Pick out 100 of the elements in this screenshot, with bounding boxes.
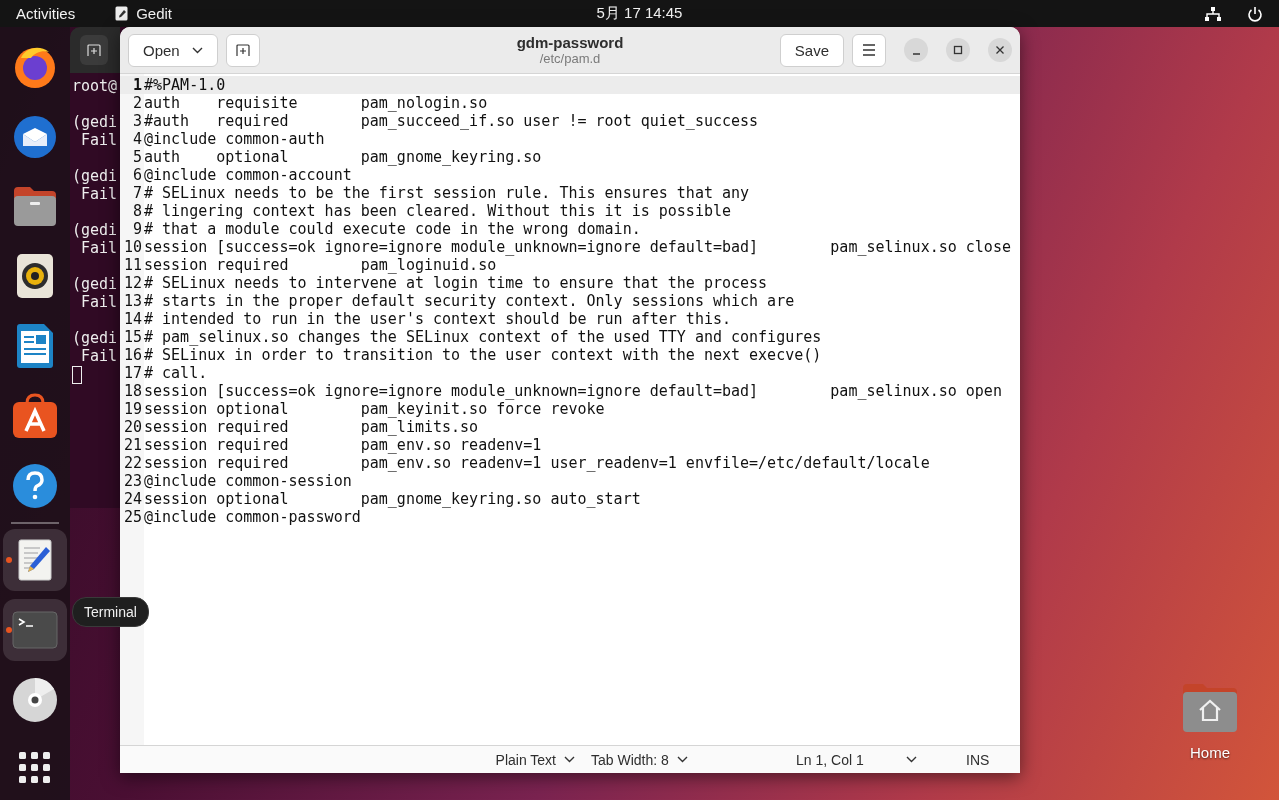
code-line: # lingering context has been cleared. Without this it is possible bbox=[144, 202, 731, 220]
folder-icon[interactable] bbox=[12, 185, 58, 227]
clock[interactable]: 5月 17 14:45 bbox=[596, 4, 683, 23]
shopping-bag-icon[interactable] bbox=[12, 393, 58, 439]
code-line: # pam_selinux.so changes the SELinux context of the used TTY and configures bbox=[144, 328, 822, 346]
speaker-icon[interactable] bbox=[16, 253, 54, 299]
terminal-icon[interactable] bbox=[12, 611, 58, 649]
line-number: 23 bbox=[122, 472, 143, 490]
line-number: 11 bbox=[122, 256, 143, 274]
new-tab-button[interactable] bbox=[225, 33, 260, 67]
line-number: 1 bbox=[131, 76, 143, 94]
language-selector[interactable]: Plain Text bbox=[495, 751, 575, 768]
new-tab-icon bbox=[235, 44, 250, 56]
terminal-line: (gedi bbox=[72, 329, 119, 347]
code-line: # intended to run in the user's context should be run after this. bbox=[144, 310, 731, 328]
code-line: # that a module could execute code in the wrong domain. bbox=[144, 220, 641, 238]
code-line: session required pam_limits.so bbox=[144, 418, 479, 436]
terminal-line: Fail bbox=[80, 239, 119, 257]
tooltip: Terminal bbox=[72, 597, 149, 627]
home-folder-icon[interactable] bbox=[1181, 682, 1239, 734]
dock-item[interactable] bbox=[3, 529, 67, 591]
new-tab-button[interactable] bbox=[80, 35, 108, 65]
power-icon[interactable] bbox=[1247, 5, 1263, 22]
maximize-button[interactable] bbox=[946, 38, 970, 62]
terminal-line: (gedi bbox=[72, 221, 119, 239]
cursor-position[interactable]: Ln 1, Col 1 bbox=[796, 751, 864, 768]
code-line: # SELinux in order to transition to the user context with the next execve() bbox=[144, 346, 822, 364]
terminal-line: root@ bbox=[72, 77, 119, 95]
close-button[interactable] bbox=[988, 38, 1012, 62]
disc-icon[interactable] bbox=[12, 677, 58, 723]
running-dot bbox=[6, 627, 12, 633]
code-line: @include common-account bbox=[144, 166, 352, 184]
open-button[interactable]: Open bbox=[128, 33, 218, 67]
minimize-icon bbox=[912, 52, 920, 55]
text-editor-icon bbox=[115, 6, 129, 21]
document-icon[interactable] bbox=[16, 323, 54, 369]
line-number: 17 bbox=[122, 364, 143, 382]
code-line: #%PAM-1.0 bbox=[144, 76, 226, 94]
save-button[interactable]: Save bbox=[779, 33, 844, 67]
line-number: 20 bbox=[122, 418, 143, 436]
menu-icon bbox=[862, 44, 876, 56]
code-line: session optional pam_gnome_keyring.so auto_start bbox=[144, 490, 641, 508]
new-tab-icon bbox=[87, 44, 101, 56]
text-editor-icon[interactable] bbox=[18, 539, 52, 581]
code-line: session required pam_loginuid.so bbox=[144, 256, 497, 274]
line-number: 15 bbox=[122, 328, 143, 346]
caret-icon bbox=[906, 756, 917, 763]
terminal-line: Fail bbox=[80, 347, 119, 365]
caret-icon bbox=[564, 756, 575, 763]
line-number: 19 bbox=[122, 400, 143, 418]
minimize-button[interactable] bbox=[904, 38, 928, 62]
code-line: #auth required pam_succeed_if.so user != root quiet_success bbox=[144, 112, 759, 130]
line-number: 25 bbox=[122, 508, 143, 526]
code-line: session required pam_env.so readenv=1 user_readenv=1 envfile=/etc/default/locale bbox=[144, 454, 930, 472]
line-number: 18 bbox=[122, 382, 143, 400]
terminal-line: Fail bbox=[80, 185, 119, 203]
tab-width-selector[interactable]: Tab Width: 8 bbox=[591, 751, 688, 768]
terminal-line: Fail bbox=[80, 293, 119, 311]
app-grid-icon[interactable] bbox=[19, 752, 51, 784]
network-icon[interactable] bbox=[1205, 6, 1221, 21]
line-number: 24 bbox=[122, 490, 143, 508]
line-number: 7 bbox=[131, 184, 143, 202]
code-line: auth optional pam_gnome_keyring.so bbox=[144, 148, 542, 166]
code-line: session optional pam_keyinit.so force revoke bbox=[144, 400, 605, 418]
terminal-line: (gedi bbox=[72, 167, 119, 185]
line-number: 14 bbox=[122, 310, 143, 328]
terminal-line: (gedi bbox=[72, 113, 119, 131]
window-title: gdm-password bbox=[516, 34, 624, 51]
line-number: 21 bbox=[122, 436, 143, 454]
line-number: 12 bbox=[122, 274, 143, 292]
line-number: 9 bbox=[131, 220, 143, 238]
line-number: 10 bbox=[122, 238, 143, 256]
code-line: @include common-auth bbox=[144, 130, 325, 148]
code-line: auth requisite pam_nologin.so bbox=[144, 94, 488, 112]
activities-button[interactable]: Activities bbox=[16, 5, 76, 22]
terminal-line: (gedi bbox=[72, 275, 119, 293]
code-line: @include common-session bbox=[144, 472, 352, 490]
line-number: 3 bbox=[131, 112, 143, 130]
code-line: # SELinux needs to be the first session rule. This ensures that any bbox=[144, 184, 750, 202]
caret-icon bbox=[191, 46, 203, 54]
window-subtitle: /etc/pam.d bbox=[539, 51, 601, 66]
help-icon[interactable] bbox=[12, 463, 58, 509]
code-line: @include common-password bbox=[144, 508, 361, 526]
code-line: session required pam_env.so readenv=1 bbox=[144, 436, 542, 454]
line-number: 22 bbox=[122, 454, 143, 472]
line-number: 8 bbox=[131, 202, 143, 220]
terminal-line: Fail bbox=[80, 131, 119, 149]
running-dot bbox=[6, 557, 12, 563]
line-number: 5 bbox=[131, 148, 143, 166]
code-line: # call. bbox=[144, 364, 208, 382]
code-line: session [success=ok ignore=ignore module_unknown=ignore default=bad] pam_selinux.so close bbox=[144, 238, 1011, 256]
line-number: 4 bbox=[131, 130, 143, 148]
line-number: 6 bbox=[131, 166, 143, 184]
app-menu[interactable]: Gedit bbox=[136, 5, 173, 22]
caret-icon bbox=[676, 756, 688, 763]
home-label[interactable]: Home bbox=[1190, 744, 1230, 761]
line-number: 13 bbox=[122, 292, 143, 310]
menu-button[interactable] bbox=[852, 33, 886, 67]
code-line: session [success=ok ignore=ignore module_unknown=ignore default=bad] pam_selinux.so open bbox=[144, 382, 1002, 400]
text-cursor bbox=[72, 366, 82, 384]
